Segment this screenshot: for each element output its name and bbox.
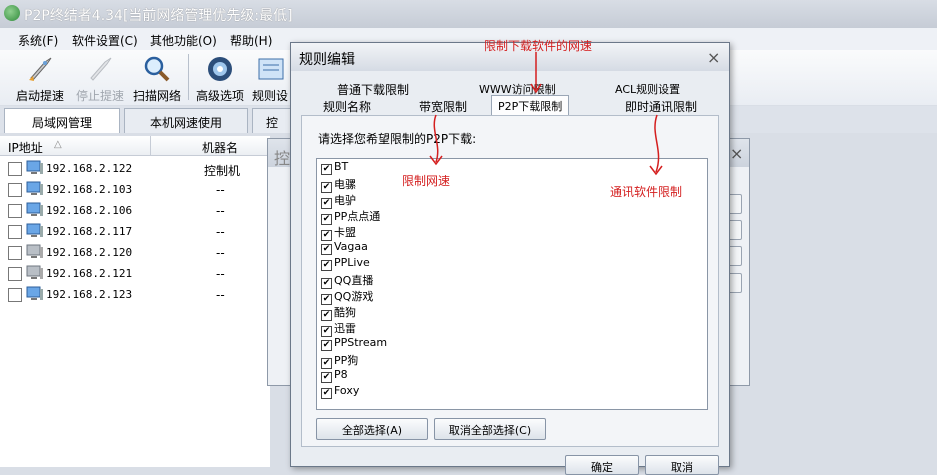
arrow-line	[433, 114, 439, 163]
annotation-arrows	[429, 52, 663, 176]
arrow-line	[654, 114, 660, 173]
